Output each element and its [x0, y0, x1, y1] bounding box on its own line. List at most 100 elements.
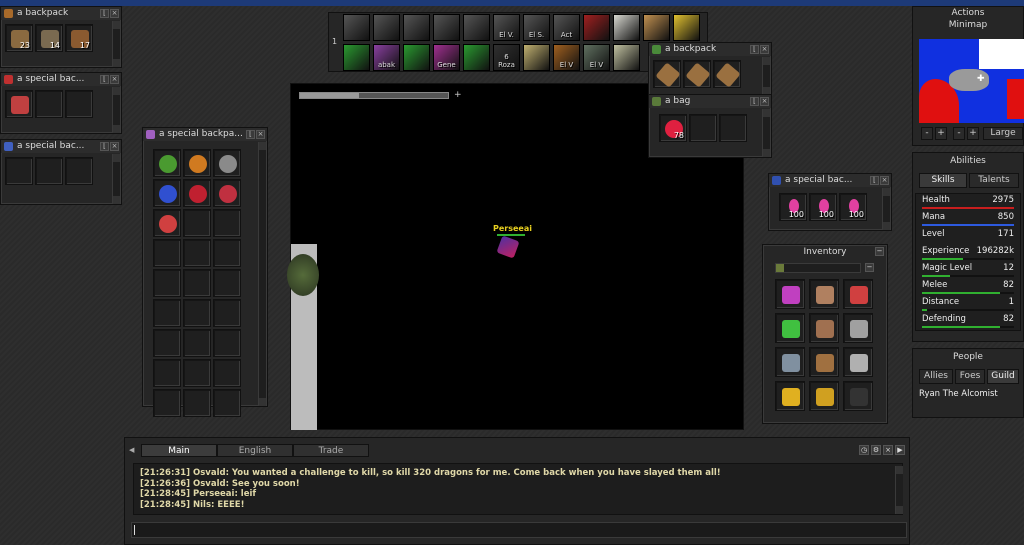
- container-slot[interactable]: [213, 299, 241, 327]
- tab-allies[interactable]: Allies: [919, 369, 953, 384]
- close-icon[interactable]: ×: [880, 176, 889, 185]
- close-icon[interactable]: ×: [256, 130, 265, 139]
- zoom-out-button[interactable]: -: [921, 127, 933, 140]
- container-slot[interactable]: [719, 114, 747, 142]
- container-slot[interactable]: [713, 60, 741, 88]
- container-slot[interactable]: [5, 90, 33, 118]
- hotkey-slot[interactable]: Gene: [433, 44, 460, 71]
- container-slot[interactable]: [65, 90, 93, 118]
- minimize-icon[interactable]: ⌊: [246, 130, 255, 139]
- close-icon[interactable]: ×: [110, 75, 119, 84]
- container-slot[interactable]: 100: [809, 193, 837, 221]
- container-slot[interactable]: [153, 299, 181, 327]
- container-slot[interactable]: 78: [659, 114, 687, 142]
- container-slot[interactable]: [35, 157, 63, 185]
- tab-scroll-right-icon[interactable]: ▶: [895, 445, 905, 455]
- scrollbar[interactable]: [882, 188, 890, 230]
- legs-slot[interactable]: [809, 347, 839, 377]
- container-slot[interactable]: [213, 179, 241, 207]
- map-size-button[interactable]: Large: [983, 127, 1023, 140]
- zoom-in-button[interactable]: +: [935, 127, 947, 140]
- hotkey-slot[interactable]: El V: [553, 44, 580, 71]
- container-slot[interactable]: [183, 299, 211, 327]
- settings-icon[interactable]: ⚙: [871, 445, 881, 455]
- hotkey-slot[interactable]: [463, 14, 490, 41]
- backpack-slot[interactable]: [843, 279, 873, 309]
- container-slot[interactable]: [213, 389, 241, 417]
- container-slot[interactable]: [153, 149, 181, 177]
- hotkey-slot[interactable]: [613, 44, 640, 71]
- container-slot[interactable]: 17: [65, 24, 93, 52]
- hotkey-slot[interactable]: [403, 14, 430, 41]
- container-slot[interactable]: [153, 329, 181, 357]
- hotkey-slot[interactable]: [523, 44, 550, 71]
- amulet-slot[interactable]: [775, 279, 805, 309]
- hotkey-slot[interactable]: [343, 44, 370, 71]
- inventory-panel[interactable]: Inventory − −: [762, 244, 888, 424]
- tab-english[interactable]: English: [217, 444, 293, 457]
- armor-slot[interactable]: [809, 313, 839, 343]
- minimize-icon[interactable]: ⌊: [870, 176, 879, 185]
- container-slot[interactable]: [153, 269, 181, 297]
- hotkey-slot[interactable]: [463, 44, 490, 71]
- container-slot[interactable]: [153, 389, 181, 417]
- hotkey-slot[interactable]: [433, 14, 460, 41]
- container-slot[interactable]: [183, 269, 211, 297]
- people-list-item[interactable]: Ryan The Alcomist: [919, 389, 1019, 399]
- ammo-slot[interactable]: [843, 347, 873, 377]
- container-slot[interactable]: [213, 239, 241, 267]
- container-slot[interactable]: 100: [779, 193, 807, 221]
- container-slot[interactable]: 14: [35, 24, 63, 52]
- hotkey-slot[interactable]: [613, 14, 640, 41]
- container-slot[interactable]: [153, 179, 181, 207]
- hotkey-slot[interactable]: El V: [583, 44, 610, 71]
- expand-icon[interactable]: +: [454, 90, 462, 100]
- boots-slot[interactable]: [809, 381, 839, 411]
- tab-foes[interactable]: Foes: [955, 369, 985, 384]
- extra-slot[interactable]: [843, 381, 873, 411]
- container-slot[interactable]: [683, 60, 711, 88]
- minimize-icon[interactable]: ⌊: [750, 97, 759, 106]
- scrollbar[interactable]: [762, 109, 770, 157]
- close-icon[interactable]: ×: [883, 445, 893, 455]
- minimize-icon[interactable]: ⌊: [750, 45, 759, 54]
- container-slot[interactable]: 100: [839, 193, 867, 221]
- container-slot[interactable]: [653, 60, 681, 88]
- minimize-icon[interactable]: −: [875, 247, 884, 256]
- minimap-view[interactable]: ✚: [919, 39, 1024, 123]
- scrollbar[interactable]: [112, 154, 120, 204]
- container-slot[interactable]: [183, 149, 211, 177]
- bag-panel[interactable]: a bag ⌊ × 78: [648, 94, 772, 158]
- close-icon[interactable]: ×: [760, 45, 769, 54]
- scrollbar[interactable]: [112, 21, 120, 67]
- hotkey-slot[interactable]: [643, 14, 670, 41]
- backpack-panel[interactable]: a backpack ⌊ × 23 14 17: [0, 6, 122, 68]
- floor-up-button[interactable]: +: [967, 127, 979, 140]
- tab-guild[interactable]: Guild: [987, 369, 1019, 384]
- close-icon[interactable]: ×: [110, 142, 119, 151]
- chat-scrollbar[interactable]: [895, 466, 903, 514]
- hotkey-slot[interactable]: 6 Roza: [493, 44, 520, 71]
- container-slot[interactable]: [183, 209, 211, 237]
- container-slot[interactable]: [5, 157, 33, 185]
- chat-input[interactable]: [131, 522, 907, 538]
- container-slot[interactable]: [153, 239, 181, 267]
- tab-skills[interactable]: Skills: [919, 173, 967, 188]
- helmet-slot[interactable]: [809, 279, 839, 309]
- tab-scroll-left-icon[interactable]: ◀: [129, 446, 134, 454]
- container-slot[interactable]: [213, 209, 241, 237]
- close-icon[interactable]: ×: [760, 97, 769, 106]
- container-slot[interactable]: [153, 209, 181, 237]
- hotkey-slot[interactable]: [673, 14, 700, 41]
- container-slot[interactable]: [183, 179, 211, 207]
- scrollbar[interactable]: [762, 57, 770, 95]
- floating-backpack-panel[interactable]: a backpack ⌊ ×: [648, 42, 772, 96]
- weapon-slot[interactable]: [843, 313, 873, 343]
- special-backpack-large-panel[interactable]: a special backpa... ⌊ ×: [142, 127, 268, 417]
- container-slot[interactable]: [153, 359, 181, 387]
- container-slot[interactable]: [213, 359, 241, 387]
- minimize-icon[interactable]: ⌊: [100, 142, 109, 151]
- container-slot[interactable]: [183, 329, 211, 357]
- ring-slot[interactable]: [775, 381, 805, 411]
- container-slot[interactable]: [35, 90, 63, 118]
